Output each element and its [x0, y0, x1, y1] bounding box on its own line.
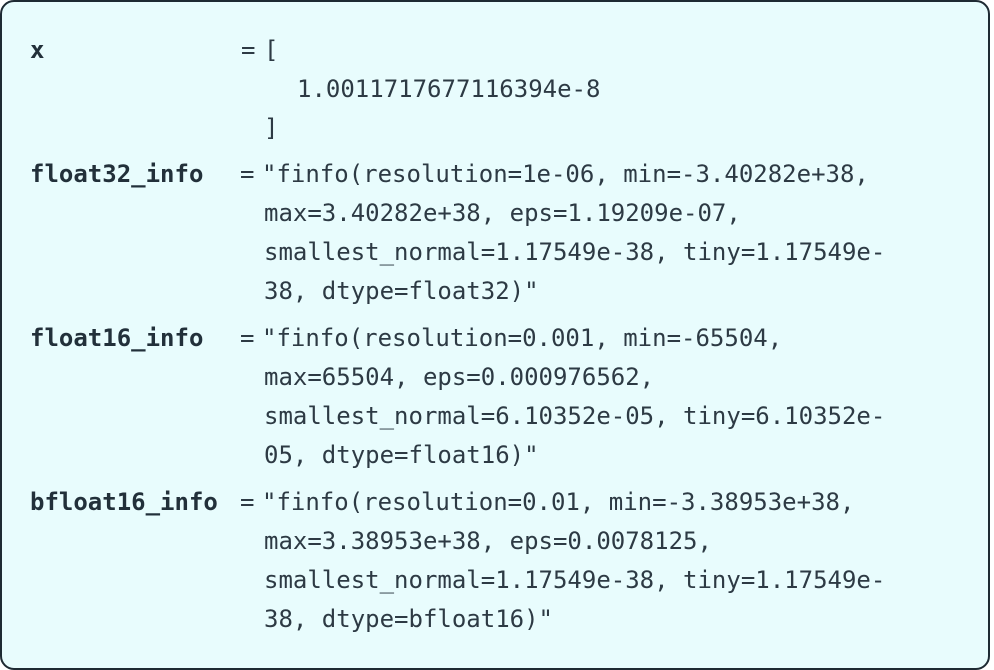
- value-line: "finfo(resolution=0.01, min=-3.38953e+38…: [262, 488, 855, 516]
- array-open-bracket: [: [264, 36, 279, 64]
- array-close-bracket: ]: [264, 114, 279, 142]
- equals-sign: =: [240, 324, 255, 352]
- value-line: smallest_normal=1.17549e-38, tiny=1.1754…: [264, 238, 886, 266]
- value-line: smallest_normal=6.10352e-05, tiny=6.1035…: [264, 402, 886, 430]
- variable-name: float32_info: [30, 160, 204, 188]
- equals-sign: =: [240, 160, 255, 188]
- value-line: "finfo(resolution=0.001, min=-65504,: [262, 324, 783, 352]
- value-line: max=65504, eps=0.000976562,: [264, 363, 655, 391]
- variables-panel: x = [ 1.0011717677116394e-8 ] float32_in…: [0, 0, 990, 670]
- value-line: 05, dtype=float16)": [264, 441, 539, 469]
- variable-name: float16_info: [30, 324, 204, 352]
- value-line: 38, dtype=bfloat16)": [264, 605, 553, 633]
- equals-sign: =: [240, 488, 255, 516]
- value-line: max=3.40282e+38, eps=1.19209e-07,: [264, 199, 741, 227]
- value-line: max=3.38953e+38, eps=0.0078125,: [264, 527, 712, 555]
- value-line: smallest_normal=1.17549e-38, tiny=1.1754…: [264, 566, 886, 594]
- value-line: 38, dtype=float32)": [264, 277, 539, 305]
- equals-sign: =: [241, 36, 256, 64]
- variable-name: bfloat16_info: [30, 488, 218, 516]
- value-line: "finfo(resolution=1e-06, min=-3.40282e+3…: [262, 160, 869, 188]
- array-value: 1.0011717677116394e-8: [297, 75, 601, 103]
- variable-name: x: [30, 36, 45, 64]
